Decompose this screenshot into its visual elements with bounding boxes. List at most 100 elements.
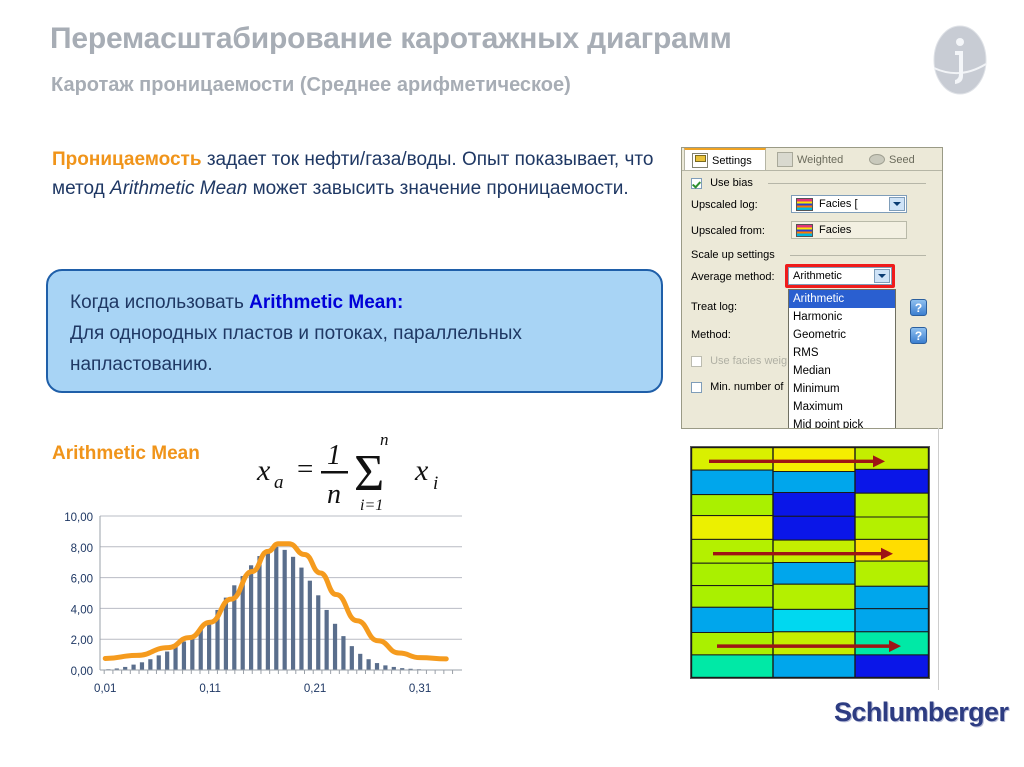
grid-cell	[690, 654, 774, 679]
upscaled-from-label: Upscaled from:	[691, 225, 765, 237]
intro-italic-term: Arithmetic Mean	[110, 178, 248, 199]
grid-cell	[772, 446, 856, 472]
chart-bar	[265, 549, 270, 670]
grid-cell	[854, 468, 930, 494]
svg-text:1: 1	[327, 440, 341, 471]
chart-bar	[383, 665, 388, 670]
grid-cell	[690, 469, 774, 496]
callout-line1-prefix: Когда использовать	[70, 292, 250, 313]
chart-bar	[307, 580, 312, 670]
svg-text:n: n	[380, 430, 389, 449]
grid-cell	[854, 560, 930, 587]
help-button-treat-log[interactable]: ?	[910, 299, 927, 316]
page-subtitle: Каротаж проницаемости (Среднее арифметич…	[51, 74, 571, 96]
dropdown-option-arithmetic[interactable]: Arithmetic	[789, 290, 895, 308]
intro-highlight: Проницаемость	[52, 149, 202, 170]
upscaling-settings-dialog[interactable]: Settings Weighted Seed Use bias Upscaled…	[681, 147, 943, 429]
chart-xtick-label: 0,11	[199, 683, 221, 695]
chart-bar	[165, 651, 170, 670]
chart-bar	[358, 653, 363, 670]
slide-header: Перемасштабирование каротажных диаграмм …	[0, 0, 1024, 120]
treat-log-label: Treat log:	[691, 301, 738, 313]
callout-line1-suffix: :	[396, 292, 404, 313]
dropdown-option-median[interactable]: Median	[789, 362, 895, 380]
help-button-method[interactable]: ?	[910, 327, 927, 344]
chart-bar	[341, 636, 346, 670]
chart-bar	[148, 659, 153, 670]
chart-bar	[366, 659, 371, 670]
average-method-dropdown-list[interactable]: Arithmetic Harmonic Geometric RMS Median Mini…	[788, 289, 896, 428]
tab-seed-label: Seed	[889, 153, 915, 166]
chevron-down-icon[interactable]	[889, 197, 905, 211]
svg-text:Σ: Σ	[354, 445, 384, 502]
facies-grid-border	[690, 446, 930, 679]
weighted-icon	[777, 152, 793, 167]
chart-xtick-label: 0,21	[304, 683, 326, 695]
tab-settings-label: Settings	[712, 154, 752, 167]
seed-icon	[869, 154, 885, 165]
grid-cell	[690, 632, 774, 656]
dropdown-option-harmonic[interactable]: Harmonic	[789, 308, 895, 326]
use-bias-checkbox[interactable]	[691, 177, 702, 189]
tab-weighted[interactable]: Weighted	[770, 149, 860, 170]
chart-bar	[324, 609, 329, 670]
page-title: Перемасштабирование каротажных диаграмм	[50, 22, 732, 55]
chart-bar	[282, 549, 287, 670]
facies-swatch-icon	[796, 197, 813, 211]
upscaled-log-combobox[interactable]: Facies [	[791, 195, 907, 213]
dialog-tabstrip: Settings Weighted Seed	[682, 148, 942, 171]
intro-text-part2: может завысить значение проницаемости.	[247, 178, 629, 199]
upscaled-from-field: Facies	[791, 221, 907, 239]
chart-bar	[156, 655, 161, 670]
chart-bar	[257, 556, 262, 670]
use-facies-weighting-label: Use facies weig	[710, 355, 788, 367]
grid-cell	[854, 492, 930, 518]
grid-cell	[854, 608, 930, 633]
chart-bar	[173, 646, 178, 670]
arithmetic-mean-formula: x a = 1 n Σ n i=1 x i	[255, 424, 470, 515]
chart-ytick-label: 8,00	[71, 543, 93, 555]
grid-cell	[690, 494, 774, 517]
grid-cell	[854, 446, 930, 470]
use-facies-weighting-checkbox[interactable]	[691, 355, 702, 367]
use-bias-label: Use bias	[710, 177, 753, 189]
settings-doc-icon	[692, 153, 708, 168]
min-number-checkbox[interactable]	[691, 381, 702, 393]
grid-cell	[772, 492, 856, 517]
grid-cell	[690, 538, 774, 564]
grid-cell	[772, 562, 856, 585]
grid-cell	[772, 608, 856, 633]
dropdown-option-geometric[interactable]: Geometric	[789, 326, 895, 344]
dropdown-option-rms[interactable]: RMS	[789, 344, 895, 362]
upscaled-from-value: Facies	[819, 224, 852, 236]
tab-settings[interactable]: Settings	[684, 148, 766, 171]
chart-bar	[139, 662, 145, 670]
tab-seed[interactable]: Seed	[862, 149, 932, 170]
grid-cell	[690, 446, 774, 471]
chart-ytick-label: 0,00	[71, 666, 93, 678]
dropdown-option-minimum[interactable]: Minimum	[789, 380, 895, 398]
chart-bar	[207, 620, 212, 670]
chart-ytick-label: 4,00	[71, 604, 93, 616]
upscaled-log-value: Facies [	[819, 198, 858, 210]
formula-label: Arithmetic Mean	[52, 443, 200, 464]
grid-cell	[690, 585, 774, 608]
svg-text:=: =	[297, 453, 313, 485]
facies-grid-panel	[684, 440, 936, 685]
grid-cell	[772, 471, 856, 493]
grid-cell	[690, 515, 774, 540]
average-method-label: Average method:	[691, 271, 775, 283]
scale-up-separator	[790, 255, 926, 256]
use-facies-weighting-row[interactable]: Use facies weig	[691, 355, 787, 367]
chart-ytick-label: 10,00	[64, 512, 93, 524]
chart-ytick-label: 2,00	[71, 635, 93, 647]
dropdown-option-mid-point-pick[interactable]: Mid point pick	[789, 416, 895, 428]
chart-bar	[299, 567, 304, 670]
grid-cell	[854, 654, 930, 679]
chart-bar	[332, 623, 338, 670]
min-number-row[interactable]: Min. number of	[691, 381, 783, 393]
chart-bar	[316, 595, 321, 670]
dropdown-option-maximum[interactable]: Maximum	[789, 398, 895, 416]
callout-line1-bold: Arithmetic Mean	[249, 292, 397, 313]
use-bias-row[interactable]: Use bias	[691, 177, 753, 189]
